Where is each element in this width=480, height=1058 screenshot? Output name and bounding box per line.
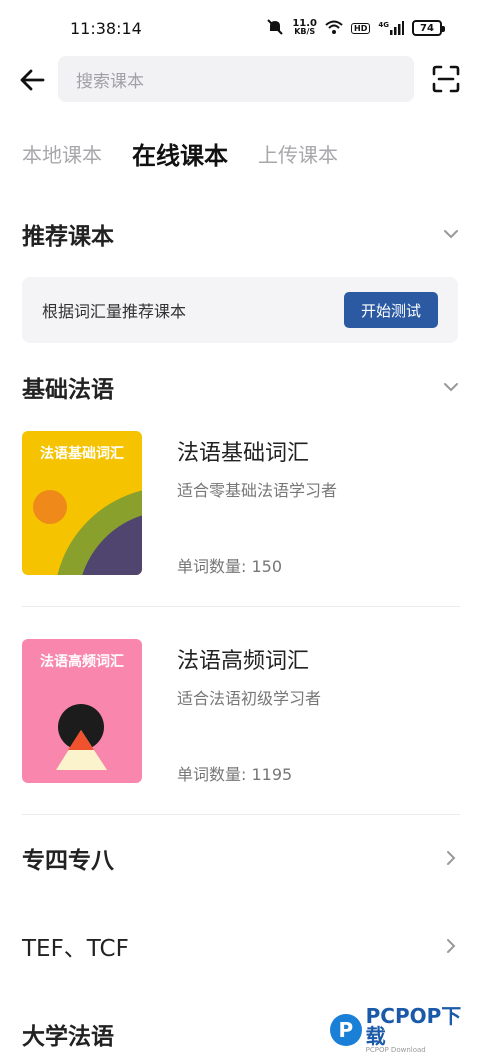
tab-local[interactable]: 本地课本 (22, 139, 102, 168)
search-placeholder: 搜索课本 (76, 71, 144, 92)
book-word-count: 单词数量: 150 (177, 557, 283, 576)
status-bar: 11:38:14 11.0 KB/S HD 4G 74 (0, 0, 480, 56)
divider (22, 606, 460, 607)
book-word-count: 单词数量: 1195 (177, 765, 293, 784)
tab-online[interactable]: 在线课本 (132, 136, 228, 171)
scan-button[interactable] (432, 65, 460, 93)
watermark-sub: PCPOP Download (365, 1046, 426, 1054)
hd-badge: HD (351, 22, 371, 34)
top-bar: 搜索课本 (0, 56, 480, 102)
book-description: 适合法语初级学习者 (177, 689, 322, 708)
book-item[interactable]: 法语基础词汇 法语基础词汇 适合零基础法语学习者 单词数量: 150 (22, 431, 460, 577)
chevron-right-icon (447, 939, 456, 953)
scan-icon (432, 65, 460, 93)
search-input[interactable]: 搜索课本 (58, 56, 414, 102)
book-cover-label: 法语基础词汇 (40, 446, 124, 462)
wifi-icon (325, 20, 343, 37)
category-tef-tcf[interactable]: TEF、TCF (22, 922, 460, 970)
book-title: 法语基础词汇 (177, 441, 310, 466)
watermark-text-group: PCPOP下载 PCPOP Download (366, 1006, 480, 1054)
basic-section-title: 基础法语 (22, 377, 114, 403)
recommend-section-title: 推荐课本 (22, 224, 114, 250)
recommend-text: 根据词汇量推荐课本 (42, 302, 187, 321)
chevron-down-icon (444, 383, 458, 392)
book-cover: 法语基础词汇 (22, 431, 142, 575)
back-button[interactable] (18, 66, 46, 94)
divider (22, 814, 460, 815)
basic-section-header[interactable]: 基础法语 (22, 369, 460, 405)
start-test-button[interactable]: 开始测试 (344, 292, 438, 328)
signal-icon: 4G (378, 21, 404, 35)
signal-label: 4G (378, 21, 389, 29)
recommend-card: 根据词汇量推荐课本 开始测试 (22, 277, 458, 343)
book-cover-label: 法语高频词汇 (40, 654, 124, 670)
tab-upload[interactable]: 上传课本 (258, 139, 338, 168)
category-label: 专四专八 (22, 848, 114, 874)
battery-icon: 74 (412, 20, 445, 36)
book-description: 适合零基础法语学习者 (177, 481, 338, 500)
status-icons: 11.0 KB/S HD 4G 74 (266, 18, 445, 38)
net-speed: 11.0 KB/S (292, 19, 317, 36)
book-item[interactable]: 法语高频词汇 法语高频词汇 适合法语初级学习者 单词数量: 1195 (22, 639, 460, 785)
category-tem48[interactable]: 专四专八 (22, 834, 460, 882)
chevron-right-icon (447, 851, 456, 865)
net-speed-unit: KB/S (294, 27, 316, 36)
textbook-tabs: 本地课本 在线课本 上传课本 (22, 128, 338, 178)
category-label: 大学法语 (22, 1024, 114, 1050)
watermark: P PCPOP下载 PCPOP Download (330, 1006, 480, 1054)
arrow-left-icon (20, 69, 45, 91)
chevron-down-icon (444, 230, 458, 239)
battery-level: 74 (420, 22, 434, 34)
recommend-section-header[interactable]: 推荐课本 (22, 216, 460, 252)
mute-icon (266, 18, 284, 38)
watermark-brand: PCPOP下载 (365, 1004, 462, 1048)
watermark-logo: P (330, 1014, 362, 1046)
book-cover: 法语高频词汇 (22, 639, 142, 783)
status-time: 11:38:14 (70, 18, 142, 38)
category-label: TEF、TCF (22, 936, 129, 962)
book-title: 法语高频词汇 (177, 649, 310, 674)
